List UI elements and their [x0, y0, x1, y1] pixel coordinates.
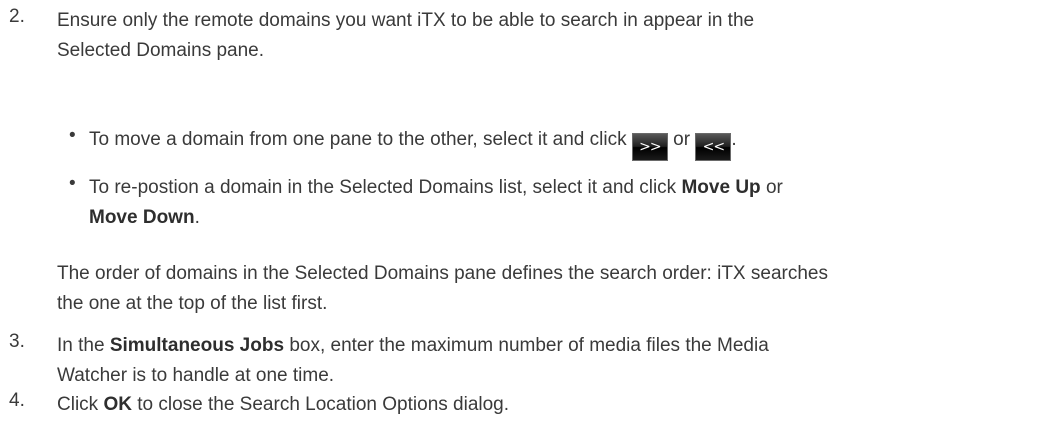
bullet-reposition-domain: To re-postion a domain in the Selected D… [89, 173, 783, 233]
period: . [731, 129, 737, 150]
simultaneous-jobs-label: Simultaneous Jobs [109, 335, 285, 356]
step-2-text: Ensure only the remote domains you want … [57, 6, 754, 66]
note-line-2: the one at the top of the list first. [57, 293, 328, 314]
or-text: or [765, 177, 783, 198]
bullet-marker: • [69, 173, 76, 194]
or-text: or [673, 129, 691, 150]
step-number: 2. [9, 6, 25, 27]
step-2-line-1: Ensure only the remote domains you want … [57, 10, 755, 31]
step-4-text: Click OK to close the Search Location Op… [57, 394, 510, 415]
remove-domain-button[interactable]: << [695, 133, 732, 161]
bullet-move-domain: To move a domain from one pane to the ot… [89, 125, 737, 161]
move-up-label: Move Up [681, 177, 761, 198]
step-3-line-2: Watcher is to handle at one time. [57, 365, 335, 386]
note-line-1: The order of domains in the Selected Dom… [57, 263, 828, 284]
add-domain-button[interactable]: >> [631, 133, 668, 161]
move-down-label: Move Down [89, 207, 195, 228]
bullet-move-domain-text: To move a domain from one pane to the ot… [89, 129, 627, 150]
period: . [194, 207, 200, 228]
search-order-note: The order of domains in the Selected Dom… [57, 259, 828, 319]
bullet-marker: • [69, 125, 76, 146]
bullet-reposition-text: To re-postion a domain in the Selected D… [89, 177, 677, 198]
step-3-text: In the Simultaneous Jobs box, enter the … [57, 331, 769, 391]
step-number: 3. [9, 331, 25, 352]
step-number: 4. [9, 390, 25, 411]
ok-label: OK [103, 394, 132, 415]
step-2-line-2: Selected Domains pane. [57, 40, 265, 61]
